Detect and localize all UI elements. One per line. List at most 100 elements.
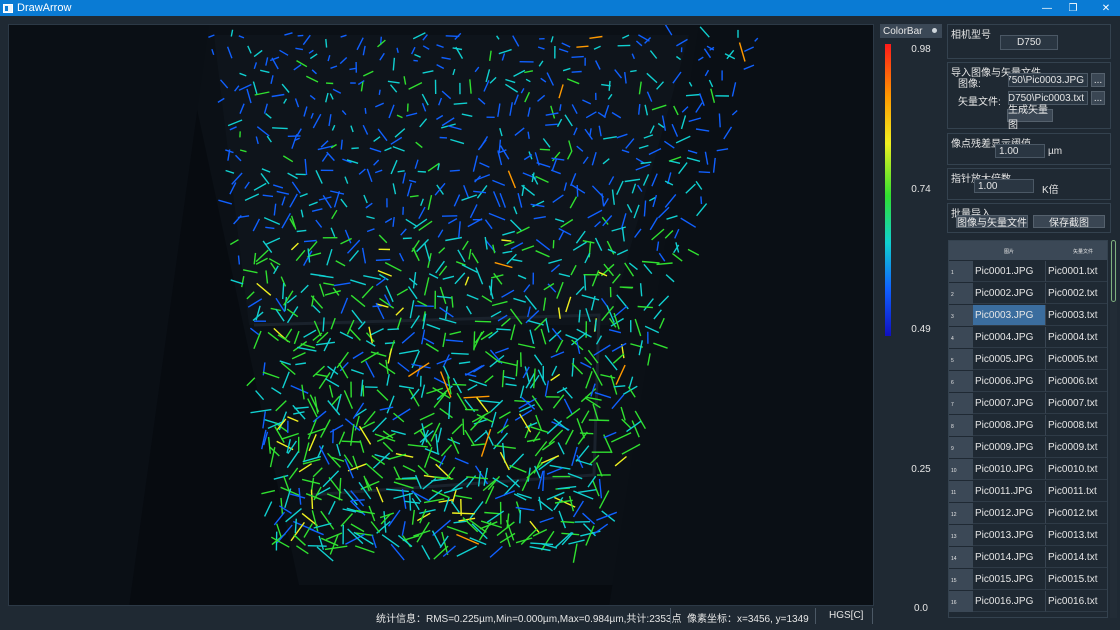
- image-path-input[interactable]: D750\Pic0003.JPG: [1008, 73, 1088, 87]
- image-file-cell[interactable]: Pic0013.JPG: [973, 525, 1046, 546]
- colorbar-tick: 0.49: [911, 324, 931, 335]
- window-title: DrawArrow: [17, 2, 72, 14]
- maximize-button[interactable]: ❐: [1057, 0, 1089, 16]
- vector-canvas[interactable]: [9, 25, 874, 606]
- table-row[interactable]: 5 Pic0005.JPG Pic0005.txt: [949, 349, 1107, 371]
- image-file-cell[interactable]: Pic0001.JPG: [973, 261, 1046, 282]
- residual-arrow: [409, 493, 412, 511]
- status-coordinates: 像素坐标：x=3456, y=1349: [687, 614, 809, 625]
- vector-file-cell[interactable]: Pic0012.txt: [1046, 503, 1107, 524]
- colorbar-tick: 0.98: [911, 44, 931, 55]
- vector-file-cell[interactable]: Pic0004.txt: [1046, 327, 1107, 348]
- image-file-cell[interactable]: Pic0003.JPG: [973, 305, 1046, 326]
- image-file-cell[interactable]: Pic0010.JPG: [973, 459, 1046, 480]
- generate-vector-button[interactable]: 生成矢量图: [1007, 105, 1053, 131]
- vector-file-cell[interactable]: Pic0013.txt: [1046, 525, 1107, 546]
- table-row[interactable]: 4 Pic0004.JPG Pic0004.txt: [949, 327, 1107, 349]
- vector-file-cell[interactable]: Pic0010.txt: [1046, 459, 1107, 480]
- image-file-cell[interactable]: Pic0004.JPG: [973, 327, 1046, 348]
- image-file-cell[interactable]: Pic0009.JPG: [973, 437, 1046, 458]
- colorbar-dock-icon[interactable]: [932, 28, 937, 33]
- residual-arrow: [332, 429, 334, 444]
- residual-arrow: [325, 38, 328, 48]
- image-file-cell[interactable]: Pic0002.JPG: [973, 283, 1046, 304]
- image-file-cell[interactable]: Pic0015.JPG: [973, 569, 1046, 590]
- residual-arrow: [307, 545, 327, 547]
- status-mode: HGS[C]: [829, 610, 864, 621]
- magnify-input[interactable]: 1.00: [974, 179, 1034, 193]
- vector-file-cell[interactable]: Pic0014.txt: [1046, 547, 1107, 568]
- scrollbar-thumb[interactable]: [1111, 240, 1116, 302]
- image-file-cell[interactable]: Pic0012.JPG: [973, 503, 1046, 524]
- image-file-cell[interactable]: Pic0008.JPG: [973, 415, 1046, 436]
- title-bar: DrawArrow — ❐ ✕: [0, 0, 1120, 16]
- vector-file-cell[interactable]: Pic0009.txt: [1046, 437, 1107, 458]
- image-file-cell[interactable]: Pic0014.JPG: [973, 547, 1046, 568]
- residual-arrow: [451, 352, 469, 355]
- table-row[interactable]: 6 Pic0006.JPG Pic0006.txt: [949, 371, 1107, 393]
- close-icon: ✕: [1101, 2, 1111, 14]
- residual-arrow: [576, 184, 579, 197]
- table-row[interactable]: 2 Pic0002.JPG Pic0002.txt: [949, 283, 1107, 305]
- residual-arrow: [237, 255, 241, 265]
- residual-arrow: [496, 328, 511, 331]
- table-row[interactable]: 11 Pic0011.JPG Pic0011.txt: [949, 481, 1107, 503]
- save-screenshot-button[interactable]: 保存截图: [1033, 215, 1105, 229]
- residual-arrow: [576, 45, 589, 48]
- residual-arrow: [349, 67, 356, 71]
- image-file-cell[interactable]: Pic0007.JPG: [973, 393, 1046, 414]
- vector-file-cell[interactable]: Pic0005.txt: [1046, 349, 1107, 370]
- close-button[interactable]: ✕: [1090, 0, 1120, 16]
- vector-file-cell[interactable]: Pic0006.txt: [1046, 371, 1107, 392]
- vector-file-cell[interactable]: Pic0016.txt: [1046, 591, 1107, 612]
- table-row[interactable]: 12 Pic0012.JPG Pic0012.txt: [949, 503, 1107, 525]
- image-browse-button[interactable]: ...: [1091, 73, 1105, 87]
- camera-label: 相机型号: [951, 30, 991, 41]
- image-file-cell[interactable]: Pic0011.JPG: [973, 481, 1046, 502]
- residual-arrow: [272, 127, 288, 130]
- table-row[interactable]: 14 Pic0014.JPG Pic0014.txt: [949, 547, 1107, 569]
- residual-arrow: [340, 139, 343, 150]
- vector-file-cell[interactable]: Pic0003.txt: [1046, 305, 1107, 326]
- row-index: 13: [949, 525, 973, 546]
- image-file-cell[interactable]: Pic0016.JPG: [973, 591, 1046, 612]
- residual-arrow: [583, 274, 587, 291]
- vector-file-cell[interactable]: Pic0015.txt: [1046, 569, 1107, 590]
- vector-file-cell[interactable]: Pic0007.txt: [1046, 393, 1107, 414]
- vector-file-cell[interactable]: Pic0001.txt: [1046, 261, 1107, 282]
- table-row[interactable]: 15 Pic0015.JPG Pic0015.txt: [949, 569, 1107, 591]
- residual-arrow: [571, 55, 584, 58]
- table-row[interactable]: 1 Pic0001.JPG Pic0001.txt: [949, 261, 1107, 283]
- camera-model-input[interactable]: D750: [1000, 35, 1058, 50]
- residual-arrow: [375, 258, 391, 261]
- image-file-cell[interactable]: Pic0005.JPG: [973, 349, 1046, 370]
- column-header-image[interactable]: 图片: [1004, 248, 1014, 255]
- residual-arrow: [452, 512, 475, 515]
- residual-arrow: [613, 385, 626, 388]
- row-index: 6: [949, 371, 973, 392]
- table-row[interactable]: 16 Pic0016.JPG Pic0016.txt: [949, 591, 1107, 613]
- vector-file-cell[interactable]: Pic0011.txt: [1046, 481, 1107, 502]
- table-row[interactable]: 7 Pic0007.JPG Pic0007.txt: [949, 393, 1107, 415]
- vector-image-view[interactable]: [8, 24, 874, 606]
- residual-arrow: [698, 171, 711, 174]
- table-scrollbar[interactable]: [1110, 240, 1117, 618]
- colorbar-tick: 0.0: [914, 603, 928, 614]
- status-divider: [872, 608, 873, 624]
- column-header-vector[interactable]: 矢量文件: [1073, 248, 1093, 255]
- table-row[interactable]: 9 Pic0009.JPG Pic0009.txt: [949, 437, 1107, 459]
- vector-file-cell[interactable]: Pic0008.txt: [1046, 415, 1107, 436]
- residual-arrow: [364, 107, 367, 114]
- table-row[interactable]: 8 Pic0008.JPG Pic0008.txt: [949, 415, 1107, 437]
- vector-file-cell[interactable]: Pic0002.txt: [1046, 283, 1107, 304]
- table-row[interactable]: 13 Pic0013.JPG Pic0013.txt: [949, 525, 1107, 547]
- vector-browse-button[interactable]: ...: [1091, 91, 1105, 105]
- residual-arrow: [282, 283, 285, 300]
- row-index: 11: [949, 481, 973, 502]
- image-file-cell[interactable]: Pic0006.JPG: [973, 371, 1046, 392]
- threshold-input[interactable]: 1.00: [995, 144, 1045, 158]
- table-row[interactable]: 3 Pic0003.JPG Pic0003.txt: [949, 305, 1107, 327]
- batch-import-button[interactable]: 图像与矢量文件: [956, 215, 1028, 229]
- table-row[interactable]: 10 Pic0010.JPG Pic0010.txt: [949, 459, 1107, 481]
- colorbar-tick: 0.74: [911, 184, 931, 195]
